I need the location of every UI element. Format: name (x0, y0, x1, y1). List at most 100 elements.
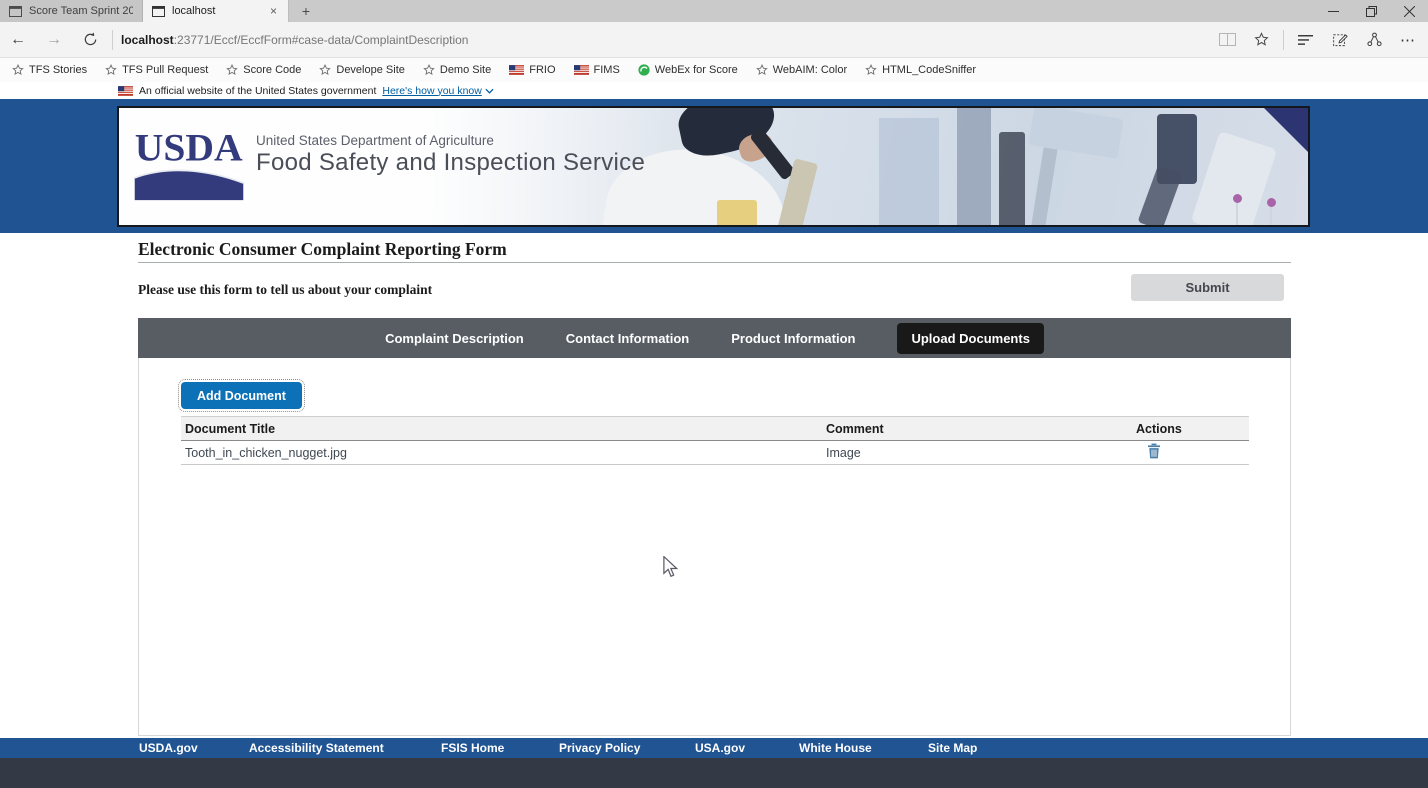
add-document-button[interactable]: Add Document (181, 382, 302, 409)
hero-pipette-tip (1267, 198, 1276, 207)
gov-banner: An official website of the United States… (0, 82, 1428, 99)
favorite-webex[interactable]: WebEx for Score (638, 64, 738, 76)
hero-lab-equipment (999, 132, 1025, 227)
favorite-demo-site[interactable]: Demo Site (423, 64, 491, 76)
usda-logo: USDA (133, 124, 245, 204)
trash-icon (1147, 443, 1161, 459)
favorite-label: TFS Pull Request (122, 64, 208, 76)
favorite-label: WebAIM: Color (773, 64, 847, 76)
star-icon (319, 64, 331, 76)
gov-banner-text: An official website of the United States… (139, 85, 376, 97)
tab-upload-documents[interactable]: Upload Documents (897, 323, 1043, 354)
favorite-label: HTML_CodeSniffer (882, 64, 976, 76)
back-button[interactable]: ← (0, 31, 36, 49)
favorite-webaim-color[interactable]: WebAIM: Color (756, 64, 847, 76)
favorite-score-code[interactable]: Score Code (226, 64, 301, 76)
close-window-button[interactable] (1390, 0, 1428, 22)
browser-tab-1[interactable]: Score Team Sprint 20 - Micr (0, 0, 143, 22)
browser-tab-strip: Score Team Sprint 20 - Micr localhost × … (0, 0, 1428, 22)
footer-link-site-map[interactable]: Site Map (928, 738, 977, 758)
browser-address-bar: ← → localhost:23771/Eccf/EccfForm#case-d… (0, 22, 1428, 58)
table-row: Tooth_in_chicken_nugget.jpg Image (181, 441, 1249, 465)
share-icon[interactable] (1362, 32, 1386, 47)
favorite-fims[interactable]: FIMS (574, 64, 620, 76)
tab-title: Score Team Sprint 20 - Micr (29, 5, 133, 17)
url-path: :23771/Eccf/EccfForm#case-data/Complaint… (174, 33, 469, 47)
gov-banner-link[interactable]: Here's how you know (382, 85, 493, 97)
page-title: Electronic Consumer Complaint Reporting … (138, 239, 507, 260)
footer-link-usda-gov[interactable]: USDA.gov (139, 738, 198, 758)
forward-button[interactable]: → (36, 31, 72, 49)
hero-lab-equipment (1138, 165, 1183, 227)
hero-lab-equipment (1031, 147, 1058, 227)
hero-corner-fold (1264, 108, 1308, 152)
new-tab-button[interactable]: + (289, 0, 323, 22)
hero-pipette-tip (1233, 194, 1242, 203)
favorite-tfs-pull-request[interactable]: TFS Pull Request (105, 64, 208, 76)
hub-icon[interactable] (1294, 34, 1318, 46)
us-flag-icon (574, 65, 589, 75)
favorite-label: Develope Site (336, 64, 405, 76)
footer-link-accessibility[interactable]: Accessibility Statement (249, 738, 384, 758)
favorite-label: FIMS (594, 64, 620, 76)
usda-logo-text: USDA (135, 126, 243, 170)
hero-yellow-patch (717, 200, 757, 227)
tab-contact-information[interactable]: Contact Information (566, 331, 690, 346)
us-flag-icon (509, 65, 524, 75)
favorites-bar: TFS Stories TFS Pull Request Score Code … (0, 58, 1428, 82)
more-actions-icon[interactable]: ⋯ (1396, 31, 1420, 49)
document-comment-cell: Image (822, 441, 1132, 465)
favorite-frio[interactable]: FRIO (509, 64, 555, 76)
window-controls (1314, 0, 1428, 22)
star-icon (12, 64, 24, 76)
footer-link-white-house[interactable]: White House (799, 738, 872, 758)
page-subtitle: Please use this form to tell us about yo… (138, 282, 432, 298)
tab-close-icon[interactable]: × (268, 4, 279, 18)
delete-document-button[interactable] (1147, 443, 1161, 459)
address-bar-actions: ⋯ (1215, 30, 1428, 50)
web-note-icon[interactable] (1328, 32, 1352, 47)
tab-page-icon (9, 6, 22, 17)
column-comment: Comment (822, 417, 1132, 441)
star-icon (865, 64, 877, 76)
favorite-html-codesniffer[interactable]: HTML_CodeSniffer (865, 64, 976, 76)
browser-tab-2[interactable]: localhost × (143, 0, 289, 22)
favorites-star-icon[interactable] (1249, 32, 1273, 47)
usda-service-name: Food Safety and Inspection Service (256, 149, 645, 177)
usda-agency-name: United States Department of Agriculture (256, 133, 494, 148)
tab-title: localhost (172, 5, 261, 17)
document-title-cell: Tooth_in_chicken_nugget.jpg (181, 441, 822, 465)
favorite-tfs-stories[interactable]: TFS Stories (12, 64, 87, 76)
footer-link-privacy-policy[interactable]: Privacy Policy (559, 738, 640, 758)
favorite-develope-site[interactable]: Develope Site (319, 64, 405, 76)
minimize-button[interactable] (1314, 0, 1352, 22)
refresh-button[interactable] (72, 32, 108, 47)
star-icon (105, 64, 117, 76)
hero-lab-equipment (879, 118, 939, 227)
url-divider (112, 30, 113, 50)
favorite-label: Demo Site (440, 64, 491, 76)
star-icon (226, 64, 238, 76)
tab-product-information[interactable]: Product Information (731, 331, 855, 346)
us-flag-icon (118, 86, 133, 96)
upload-documents-panel: Add Document Document Title Comment Acti… (138, 358, 1291, 736)
footer-link-usa-gov[interactable]: USA.gov (695, 738, 745, 758)
tab-complaint-description[interactable]: Complaint Description (385, 331, 524, 346)
hero-pipette (1270, 207, 1272, 227)
document-actions-cell (1132, 441, 1249, 465)
footer-link-fsis-home[interactable]: FSIS Home (441, 738, 504, 758)
submit-button[interactable]: Submit (1131, 274, 1284, 301)
webex-icon (638, 64, 650, 76)
form-tab-bar: Complaint Description Contact Informatio… (138, 318, 1291, 358)
reading-view-icon[interactable] (1215, 33, 1239, 46)
favorite-label: WebEx for Score (655, 64, 738, 76)
gov-banner-link-label: Here's how you know (382, 85, 481, 97)
title-divider (138, 262, 1291, 263)
favorite-label: TFS Stories (29, 64, 87, 76)
hero-lab-equipment (957, 106, 991, 227)
restore-button[interactable] (1352, 0, 1390, 22)
url-field[interactable]: localhost:23771/Eccf/EccfForm#case-data/… (121, 33, 468, 47)
tab-page-icon (152, 6, 165, 17)
toolbar-divider (1283, 30, 1284, 50)
hero-pipette (1236, 203, 1238, 227)
